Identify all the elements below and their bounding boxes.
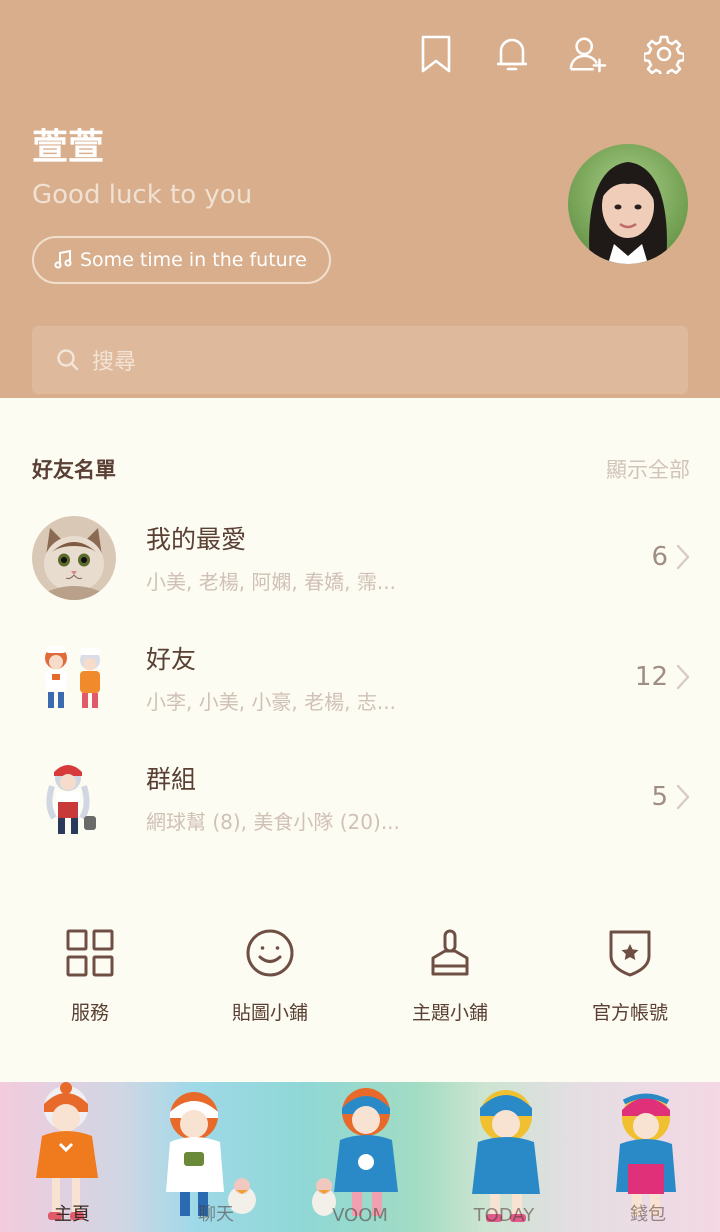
profile-music-button[interactable]: Some time in the future [32, 236, 331, 284]
music-note-icon [54, 250, 72, 269]
friends-count: 12 [634, 662, 668, 692]
smiley-icon [246, 929, 294, 977]
profile-name[interactable]: 萱萱 [32, 118, 104, 170]
brush-icon [431, 929, 469, 976]
favorites-subtitle: 小美, 老楊, 阿嫻, 春嬌, 霈... [146, 570, 396, 594]
profile-header: 萱萱 Good luck to you Some time in the fut… [0, 0, 720, 398]
nav-home-label: 主頁 [54, 1204, 90, 1225]
shield-star-icon [609, 930, 651, 977]
nav-today-label: TODAY [473, 1205, 535, 1226]
list-item-friends[interactable]: 好友 小李, 小美, 小豪, 老楊, 志... 12 [0, 636, 720, 736]
groups-title: 群組 [146, 765, 197, 794]
chevron-right-icon [676, 664, 690, 694]
chevron-right-icon [676, 784, 690, 814]
bookmark-icon[interactable] [416, 32, 456, 76]
friends-thumbnail [32, 636, 116, 720]
favorites-count: 6 [651, 542, 668, 572]
bottom-navigation: 主頁 聊天 VOOM TODAY 錢包 [0, 1082, 720, 1232]
header-actions [380, 32, 684, 76]
sticker-shop-label: 貼圖小鋪 [231, 1002, 308, 1024]
list-item-favorites[interactable]: 我的最愛 小美, 老楊, 阿嫻, 春嬌, 霈... 6 [0, 516, 720, 616]
groups-count: 5 [651, 782, 668, 812]
sticker-shop-button[interactable]: 貼圖小鋪 [180, 928, 360, 1028]
official-accounts-label: 官方帳號 [591, 1002, 668, 1024]
nav-voom-label: VOOM [332, 1205, 388, 1226]
show-all-link[interactable]: 顯示全部 [606, 454, 690, 484]
groups-thumbnail [32, 756, 116, 840]
official-accounts-button[interactable]: 官方帳號 [540, 928, 720, 1028]
avatar[interactable] [568, 144, 688, 264]
nav-voom[interactable]: VOOM [288, 1082, 432, 1232]
services-label: 服務 [70, 1002, 109, 1024]
friends-subtitle: 小李, 小美, 小豪, 老楊, 志... [146, 690, 396, 714]
search-icon [57, 349, 79, 371]
search-input[interactable]: 搜尋 [32, 326, 688, 394]
bell-icon[interactable] [492, 32, 532, 76]
list-item-groups[interactable]: 群組 網球幫 (8), 美食小隊 (20)... 5 [0, 756, 720, 856]
search-placeholder: 搜尋 [92, 350, 137, 375]
friends-section-title: 好友名單 [32, 458, 116, 482]
theme-shop-label: 主題小鋪 [411, 1002, 488, 1024]
nav-wallet-label: 錢包 [630, 1204, 666, 1225]
nav-home[interactable]: 主頁 [0, 1082, 144, 1232]
grid-icon [66, 929, 114, 977]
nav-wallet[interactable]: 錢包 [576, 1082, 720, 1232]
favorites-title: 我的最愛 [146, 525, 247, 554]
add-friend-icon[interactable] [568, 32, 608, 76]
services-button[interactable]: 服務 [0, 928, 180, 1028]
groups-subtitle: 網球幫 (8), 美食小隊 (20)... [146, 810, 400, 834]
nav-chats[interactable]: 聊天 [144, 1082, 288, 1232]
music-title: Some time in the future [80, 249, 307, 271]
gear-icon[interactable] [644, 32, 684, 76]
friends-title: 好友 [146, 645, 197, 674]
favorites-thumbnail [32, 516, 116, 600]
theme-shop-button[interactable]: 主題小鋪 [360, 928, 540, 1028]
nav-chats-label: 聊天 [198, 1204, 234, 1225]
nav-today[interactable]: TODAY [432, 1082, 576, 1232]
chevron-right-icon [676, 544, 690, 574]
status-message[interactable]: Good luck to you [32, 180, 252, 210]
